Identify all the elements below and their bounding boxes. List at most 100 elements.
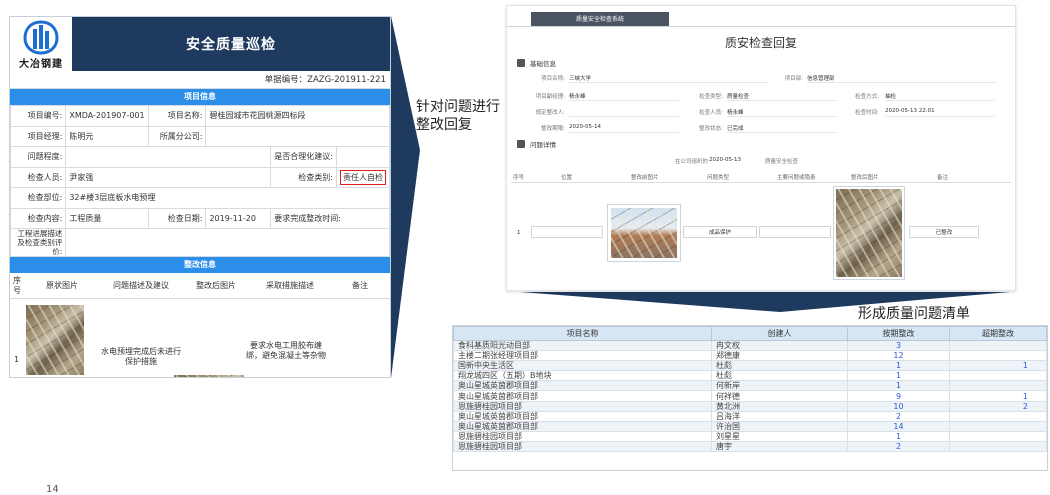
table-row[interactable]: 恩施碧桂园项目部 黄北洲 10 2: [453, 400, 1047, 412]
col-issue-type: 问题类型: [707, 175, 730, 181]
summary-date: 2020-05-13: [709, 157, 741, 163]
cell-ontime: 1: [847, 370, 950, 382]
form-row: 工程进展描述及检查类别评价:: [10, 228, 390, 257]
cell-ontime: 12: [847, 350, 950, 362]
company-logo: 大冶钢建: [10, 17, 72, 71]
before-photo[interactable]: [611, 208, 677, 258]
cell-project-name: 奥山星城英茵郡项目部: [453, 380, 712, 392]
field-value: 三峡大学: [569, 76, 592, 82]
summary-org: 在公司组织的: [675, 159, 709, 165]
system-reply-window: 质量安全检查系统 质安检查回复 基础信息 项目名称: 三峡大学 项目部: 信息管…: [506, 5, 1016, 291]
col-before-photo: 原状图片: [46, 280, 78, 290]
cell-overdue: [949, 430, 1047, 442]
col-main-issue: 主要问题或隐患: [777, 175, 816, 181]
col-overdue[interactable]: 超期整改: [949, 326, 1047, 341]
remark-field[interactable]: 已整改: [909, 226, 979, 238]
rectify-table-header: 序号 原状图片 问题描述及建议 整改后图片 采取措施描述 备注: [10, 273, 390, 299]
section-rectify-info: 整改信息: [10, 257, 390, 273]
value-reasonable: [336, 146, 390, 168]
issue-row-no: 1: [517, 230, 521, 236]
cell-ontime: 1: [847, 380, 950, 392]
field-label: 整改状态:: [699, 126, 723, 132]
after-photo[interactable]: [836, 189, 902, 277]
label-date: 检查日期:: [147, 207, 207, 229]
cell-overdue: 1: [949, 390, 1047, 402]
after-photo-frame[interactable]: [833, 186, 905, 280]
cell-overdue: [949, 410, 1047, 422]
field-underline: [569, 82, 769, 83]
cell-ontime: 10: [847, 400, 950, 412]
cell-ontime: 1: [847, 430, 950, 442]
tab-divider: [507, 26, 1015, 27]
document-icon: [517, 59, 525, 67]
summary-type: 质量安全检查: [765, 159, 799, 165]
section-basic-info: 基础信息: [517, 58, 556, 68]
table-row[interactable]: 恩施碧桂园项目部 唐宇 2: [453, 440, 1047, 453]
cell-project-name: 翔龙城四区（五期）B地块: [453, 370, 712, 382]
cell-ontime: 1: [847, 360, 950, 372]
col-no: 序号: [13, 275, 21, 295]
value-severity: [65, 146, 272, 168]
field-label: 检查人员:: [699, 110, 723, 116]
table-row[interactable]: 国新中央生活区 杜彪 1 1: [453, 360, 1047, 372]
table-row[interactable]: 奥山星城英茵郡项目部 吕海洋 2: [453, 410, 1047, 422]
tab-system[interactable]: 质量安全检查系统: [531, 12, 669, 27]
table-body: 食科基质阳光动目部 冉文权 3 主楼二期张经理项目部 郑德康 12 国新中央生活区 杜彪 1 1 翔…: [453, 339, 1047, 453]
location-field[interactable]: [531, 226, 603, 238]
table-row[interactable]: 奥山星城英茵郡项目部 何祥德 9 1: [453, 390, 1047, 402]
field-underline: [885, 116, 995, 117]
label-severity: 问题程度:: [10, 146, 67, 168]
field-underline: [727, 132, 837, 133]
label-progress-desc: 工程进展描述及检查类别评价:: [10, 228, 67, 257]
col-ontime[interactable]: 按期整改: [847, 326, 950, 341]
col-project-name[interactable]: 项目名称: [453, 326, 712, 341]
cell-overdue: 2: [949, 400, 1047, 412]
cell-creator: 郑德康: [711, 350, 848, 362]
label-reasonable: 是否合理化建议:: [270, 146, 337, 168]
field-underline: [569, 132, 679, 133]
table-row[interactable]: 翔龙城四区（五期）B地块 杜彪 1: [453, 370, 1047, 382]
table-row[interactable]: 恩施碧桂园项目部 刘星星 1: [453, 430, 1047, 442]
table-row[interactable]: 奥山星城英茵郡项目部 许治国 14: [453, 420, 1047, 432]
rectify-row: 1 水电预埋完成后未进行保护措施 要求水电工用胶布缠绑，避免混凝土等杂物: [10, 299, 390, 377]
cell-project-name: 奥山星城英茵郡项目部: [453, 420, 712, 432]
cell-overdue: 1: [949, 360, 1047, 372]
field-underline: [807, 82, 997, 83]
section-issue-detail: 问题详情: [517, 139, 556, 149]
table-header-row: 项目名称 创建人 按期整改 超期整改: [453, 326, 1047, 341]
table-row[interactable]: 食科基质阳光动目部 冉文权 3: [453, 339, 1047, 352]
after-photo[interactable]: [174, 375, 244, 377]
field-value: 杨永峰: [727, 110, 744, 116]
before-photo[interactable]: [26, 305, 84, 375]
main-issue-field[interactable]: [759, 226, 831, 238]
cell-creator: 何新岸: [711, 380, 848, 392]
before-photo-frame[interactable]: [607, 204, 681, 262]
label-branch: 所属分公司:: [147, 125, 207, 147]
table-row[interactable]: 主楼二期张经理项目部 郑德康 12: [453, 350, 1047, 362]
col-remark: 备注: [937, 175, 949, 181]
value-content: 工程质量: [65, 207, 149, 229]
page-title: 质安检查回复: [724, 36, 797, 50]
doc-number: 单据编号：ZAZG-201911-221: [10, 71, 390, 89]
value-branch: [205, 125, 390, 147]
value-location: 32#楼3层底板水电预埋: [65, 187, 390, 209]
table-row[interactable]: 奥山星城英茵郡项目部 何新岸 1: [453, 380, 1047, 392]
field-underline: [727, 100, 837, 101]
table-divider: [511, 182, 1011, 183]
cell-project-name: 主楼二期张经理项目部: [453, 350, 712, 362]
cell-project-name: 奥山星城英茵郡项目部: [453, 390, 712, 402]
cell-project-name: 恩施碧桂园项目部: [453, 400, 712, 412]
document-icon: [517, 140, 525, 148]
form-row: 检查人员: 尹家强 检查类别: 责任人自检: [10, 166, 390, 188]
field-underline: [569, 116, 679, 117]
field-underline: [569, 100, 679, 101]
field-label: 整改期限:: [541, 126, 565, 132]
label-project-manager: 项目经理:: [10, 125, 67, 147]
field-value: 质量检查: [727, 94, 750, 100]
inspection-form: 大冶钢建 安全质量巡检 单据编号：ZAZG-201911-221 项目信息 项目…: [9, 16, 391, 378]
remark-value: 已整改: [935, 230, 953, 236]
issue-type-field[interactable]: 成品保护: [683, 226, 757, 238]
col-creator[interactable]: 创建人: [711, 326, 848, 341]
value-project-no: XMDA-201907-001: [65, 105, 149, 127]
logo-text: 大冶钢建: [19, 59, 63, 70]
